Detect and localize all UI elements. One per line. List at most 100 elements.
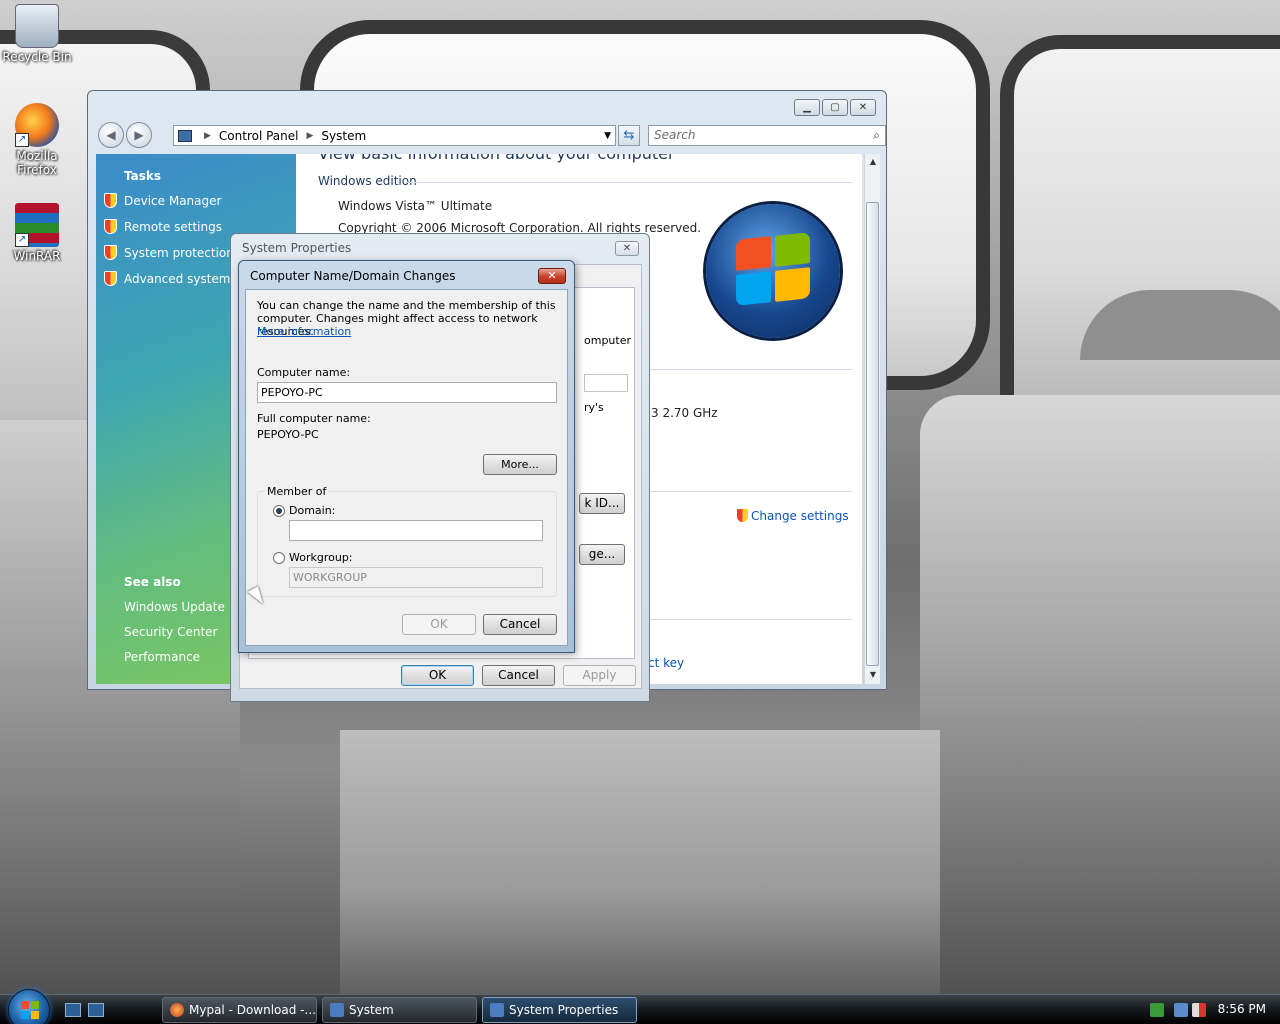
volume-muted-icon[interactable]: [1192, 1003, 1206, 1017]
task-device-manager[interactable]: Device Manager: [104, 193, 221, 208]
address-dropdown-icon[interactable]: ▼: [604, 131, 611, 141]
change-settings-link[interactable]: Change settings: [736, 508, 849, 523]
show-desktop-icon[interactable]: [65, 1003, 81, 1017]
cancel-button[interactable]: Cancel: [482, 665, 555, 686]
wallpaper-floor: [340, 730, 940, 1000]
task-remote-settings[interactable]: Remote settings: [104, 219, 222, 234]
full-computer-name-value: PEPOYO-PC: [257, 428, 319, 441]
winrar-icon: ↗: [15, 203, 59, 247]
wallpaper-window-right: [1000, 35, 1280, 435]
page-heading: View basic information about your comput…: [318, 154, 675, 163]
section-divider: [636, 619, 852, 620]
minimize-button[interactable]: ▁: [794, 99, 820, 116]
ok-button[interactable]: OK: [401, 665, 474, 686]
dialog-body: You can change the name and the membersh…: [245, 289, 568, 646]
taskbar-button-system-properties[interactable]: System Properties: [482, 997, 637, 1023]
behind-field: [584, 374, 628, 392]
link-security-center[interactable]: Security Center: [124, 625, 217, 639]
tasks-header: Tasks: [124, 169, 162, 183]
close-button[interactable]: ✕: [538, 268, 566, 284]
recycle-bin-icon: [15, 4, 59, 48]
domain-label: Domain:: [289, 504, 336, 517]
search-placeholder: Search: [654, 128, 696, 142]
section-divider: [636, 491, 852, 492]
link-performance[interactable]: Performance: [124, 650, 200, 664]
desktop-icon-winrar[interactable]: ↗ WinRAR: [1, 203, 73, 263]
system-icon: [330, 1003, 344, 1017]
task-advanced-system-settings[interactable]: Advanced system se: [104, 271, 248, 286]
computer-name-input[interactable]: PEPOYO-PC: [257, 382, 557, 403]
dialog-title: System Properties: [242, 241, 352, 255]
member-of-label: Member of: [264, 485, 330, 498]
close-button[interactable]: ✕: [615, 241, 639, 256]
processor-speed: 3 2.70 GHz: [651, 406, 718, 420]
shortcut-arrow-icon: ↗: [15, 133, 29, 147]
member-of-group: Member of Domain: Workgroup: WORKGROUP: [257, 485, 557, 597]
section-divider: [406, 182, 852, 183]
apply-button[interactable]: Apply: [563, 665, 636, 686]
switch-windows-icon[interactable]: [88, 1003, 104, 1017]
desktop-icon-recycle-bin[interactable]: Recycle Bin: [1, 4, 73, 64]
shield-icon: [104, 271, 117, 286]
search-input[interactable]: Search ⌕: [648, 125, 886, 146]
section-windows-edition: Windows edition: [318, 174, 417, 188]
computer-name-label: Computer name:: [257, 366, 351, 379]
search-icon[interactable]: ⌕: [873, 126, 880, 145]
more-button[interactable]: More...: [483, 454, 557, 475]
refresh-button[interactable]: ⇆: [618, 125, 640, 146]
back-button[interactable]: ◀: [98, 122, 124, 148]
system-tray: 8:56 PM: [1140, 995, 1280, 1024]
desktop-icon-firefox[interactable]: ↗ Mozilla Firefox: [1, 103, 73, 177]
scroll-up-icon[interactable]: ▲: [865, 157, 881, 166]
shield-icon: [104, 219, 117, 234]
close-button[interactable]: ✕: [850, 99, 876, 116]
edition-value: Windows Vista™ Ultimate: [338, 199, 493, 213]
see-also-header: See also: [124, 575, 181, 589]
breadcrumb-system[interactable]: System: [321, 129, 366, 143]
scroll-thumb[interactable]: [866, 202, 879, 666]
dialog-title: Computer Name/Domain Changes: [250, 269, 456, 283]
taskbar-button-mypal[interactable]: Mypal - Download -...: [162, 997, 317, 1023]
breadcrumb-control-panel[interactable]: Control Panel: [219, 129, 299, 143]
cancel-button[interactable]: Cancel: [483, 614, 557, 635]
workgroup-radio[interactable]: [273, 552, 285, 564]
ok-button[interactable]: OK: [402, 614, 476, 635]
workgroup-input[interactable]: WORKGROUP: [289, 567, 543, 588]
windows-logo-icon: [21, 1001, 39, 1019]
scroll-down-icon[interactable]: ▼: [865, 670, 881, 679]
firefox-icon: ↗: [15, 103, 59, 147]
computer-name-dialog: Computer Name/Domain Changes ✕ You can c…: [238, 260, 575, 653]
behind-text-computer: omputer: [584, 334, 632, 347]
window-caption-buttons: ▁ ▢ ✕: [794, 99, 876, 116]
network-tray-icon[interactable]: [1174, 1003, 1188, 1017]
more-information-link[interactable]: More information: [257, 325, 351, 338]
shortcut-arrow-icon: ↗: [15, 233, 29, 247]
section-divider: [636, 369, 852, 370]
network-id-button[interactable]: k ID...: [579, 493, 625, 514]
start-button[interactable]: [8, 989, 50, 1024]
taskbar-button-system[interactable]: System: [322, 997, 477, 1023]
breadcrumb-separator-icon: ▶: [306, 130, 314, 141]
vertical-scrollbar[interactable]: ▲ ▼: [864, 154, 880, 684]
domain-radio[interactable]: [273, 505, 285, 517]
link-windows-update[interactable]: Windows Update: [124, 600, 225, 614]
address-bar[interactable]: ▶ Control Panel ▶ System ▼: [173, 125, 616, 146]
task-system-protection[interactable]: System protection: [104, 245, 234, 260]
security-tray-icon[interactable]: [1150, 1003, 1164, 1017]
product-key-link[interactable]: ct key: [648, 656, 684, 670]
shield-icon: [104, 245, 117, 260]
maximize-button[interactable]: ▢: [822, 99, 848, 116]
browser-icon: [170, 1003, 184, 1017]
windows-logo-icon: [706, 204, 840, 338]
shield-icon: [104, 193, 117, 208]
taskbar: Mypal - Download -... System System Prop…: [0, 989, 1280, 1024]
change-button[interactable]: ge...: [579, 544, 625, 565]
shield-icon: [736, 508, 749, 523]
workgroup-label: Workgroup:: [289, 551, 353, 564]
navigation-bar: ◀ ▶ ▶ Control Panel ▶ System ▼ ⇆ Search …: [96, 122, 886, 148]
wallpaper-seat-right: [920, 395, 1280, 875]
forward-button[interactable]: ▶: [126, 122, 152, 148]
clock[interactable]: 8:56 PM: [1218, 1002, 1266, 1016]
domain-input[interactable]: [289, 520, 543, 541]
breadcrumb-separator-icon: ▶: [204, 130, 211, 141]
